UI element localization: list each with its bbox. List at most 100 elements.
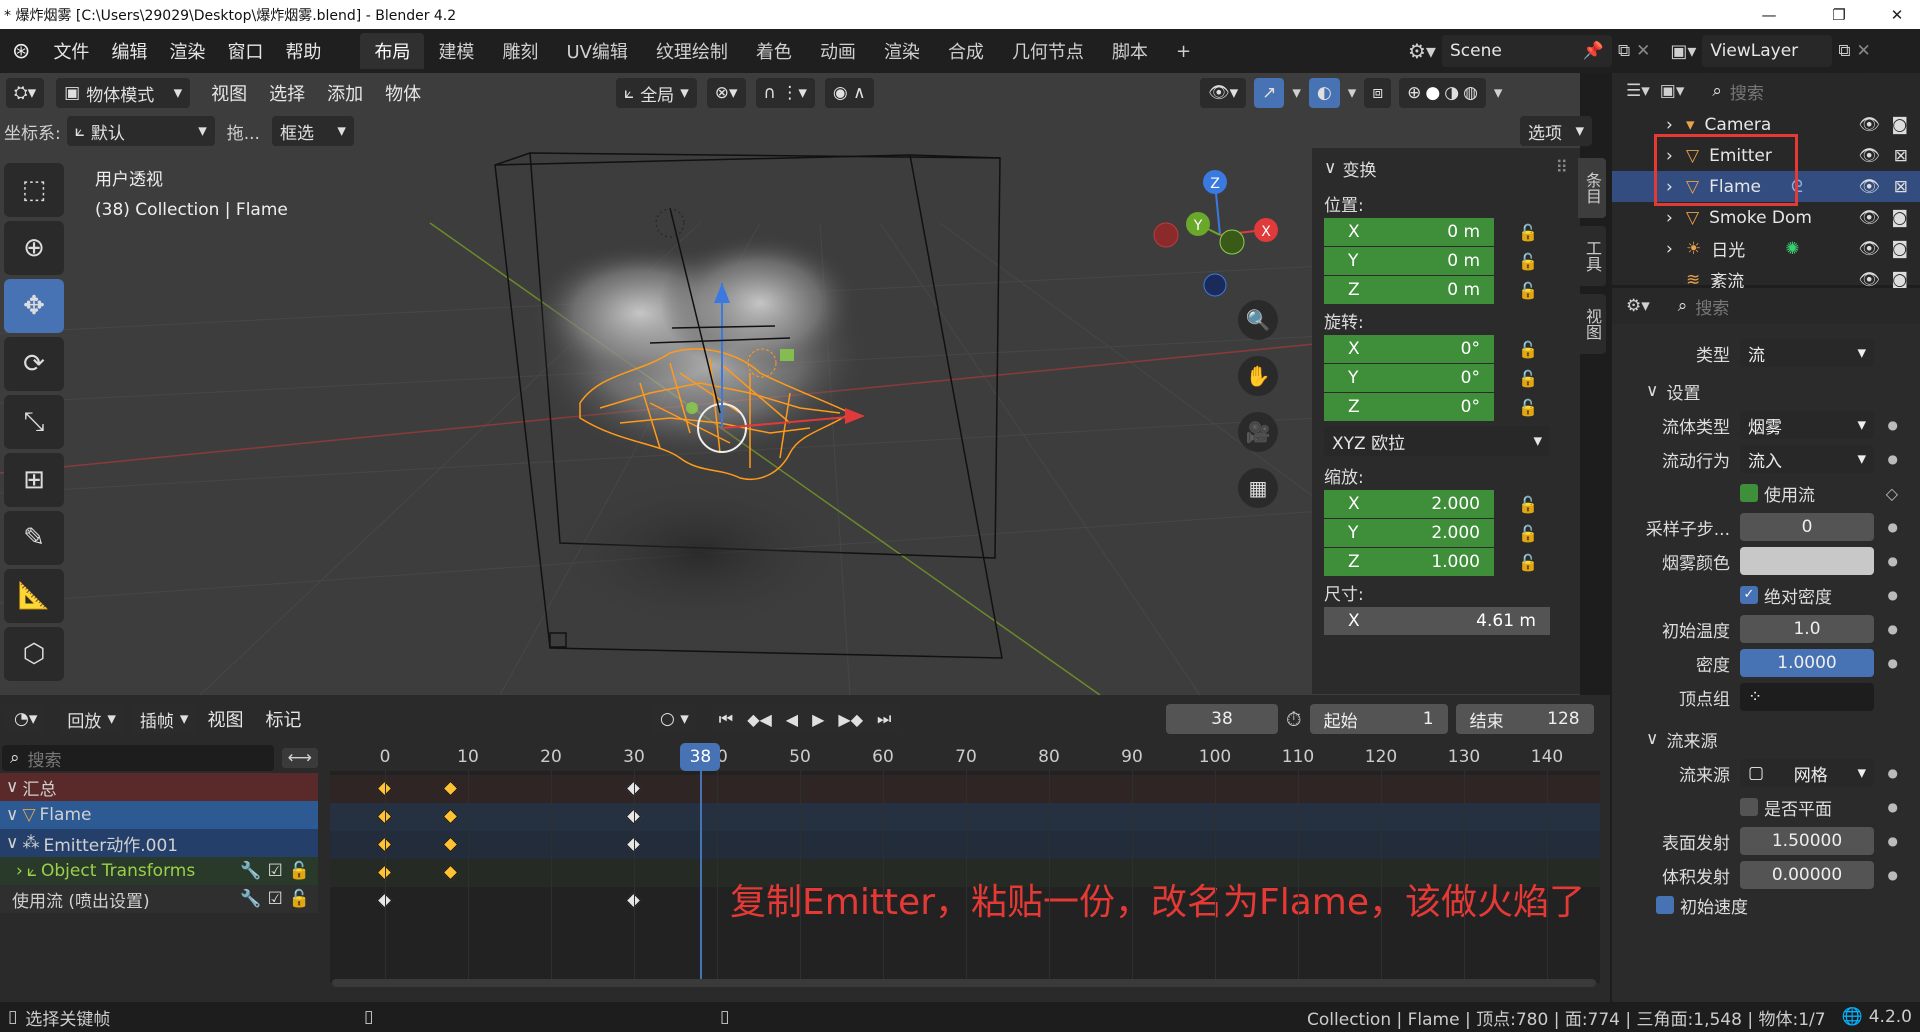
keyframe-dot-icon[interactable]: ● (1888, 554, 1898, 568)
dimensions-x-field[interactable]: X 4.61 m (1324, 607, 1550, 636)
pivot-dropdown[interactable]: ⊗▾ (706, 78, 746, 108)
tab-tool[interactable]: 工具 (1578, 226, 1606, 286)
volume-emission-field[interactable]: 0.00000 (1740, 861, 1874, 889)
viewport-menu-view[interactable]: 视图 (200, 80, 258, 106)
tab-texture-paint[interactable]: 纹理绘制 (642, 33, 742, 69)
location-x-field[interactable]: X 0 m (1324, 218, 1494, 247)
vertex-group-field[interactable]: ⁘ (1740, 683, 1874, 711)
dopesheet-area[interactable]: 0102030405060708090100110120130140 复制Emi… (330, 743, 1600, 987)
initial-velocity-row[interactable]: 初始速度 (1612, 892, 1920, 918)
menu-render[interactable]: 渲染 (158, 38, 216, 64)
new-scene-icon[interactable]: ⧉ (1618, 41, 1630, 61)
playhead[interactable] (700, 743, 703, 979)
settings-panel-header[interactable]: ∨ 设置 (1612, 374, 1920, 408)
ortho-grid-icon[interactable]: ▦ (1238, 468, 1278, 508)
keyframe-dot-icon[interactable]: ● (1888, 766, 1898, 780)
mode-dropdown[interactable]: ▣ 物体模式 ▾ (56, 78, 191, 108)
overlay-toggle[interactable]: ◐ (1308, 78, 1340, 108)
material-shading-icon[interactable]: ◑ (1444, 83, 1459, 103)
blender-logo-icon[interactable]: ⊛ (0, 39, 42, 64)
wrench-icon[interactable]: 🔧 (240, 861, 261, 881)
current-frame-field[interactable]: 38 (1166, 704, 1278, 734)
scale-y-field[interactable]: Y 2.000 (1324, 519, 1494, 548)
lock-icon[interactable]: 🔓 (1518, 340, 1538, 359)
outliner-item-smoke-domain[interactable]: › ▽ Smoke Dom 👁 ◙ (1612, 202, 1920, 233)
viewport-menu-add[interactable]: 添加 (316, 80, 374, 106)
lock-icon[interactable]: 🔓 (1518, 398, 1538, 417)
channel-search-input[interactable]: ⌕ 搜索 (2, 745, 274, 771)
timeline-menu-view[interactable]: 视图 (196, 706, 254, 732)
playhead-frame-label[interactable]: 38 (680, 743, 721, 771)
gizmo-dropdown-icon[interactable]: ▾ (1292, 83, 1301, 103)
tab-geometry-nodes[interactable]: 几何节点 (998, 33, 1098, 69)
frame-ruler[interactable]: 0102030405060708090100110120130140 (330, 743, 1600, 771)
overlay-dropdown-icon[interactable]: ▾ (1348, 83, 1357, 103)
eye-icon[interactable]: 👁 (1858, 115, 1880, 135)
tab-uv-editing[interactable]: UV编辑 (552, 33, 642, 69)
expand-icon[interactable]: › (1666, 115, 1673, 135)
jump-start-icon[interactable]: ⏮ (719, 709, 733, 729)
view-layer-icon[interactable]: ▣▾ (1670, 41, 1696, 62)
render-camera-icon[interactable]: ◙ (1892, 239, 1909, 259)
eye-icon[interactable]: 👁 (1858, 146, 1880, 166)
density-field[interactable]: 1.0000 (1740, 649, 1874, 677)
viewport-menu-select[interactable]: 选择 (258, 80, 316, 106)
channel-summary[interactable]: ∨ 汇总 (0, 773, 318, 801)
checkbox-icon[interactable]: ☑ (268, 861, 283, 881)
rotation-mode-dropdown[interactable]: XYZ 欧拉 ▾ (1324, 426, 1550, 456)
maximize-button[interactable]: ❐ (1816, 0, 1862, 29)
start-frame-field[interactable]: 起始 1 (1309, 704, 1448, 734)
rotation-z-field[interactable]: Z 0° (1324, 393, 1494, 422)
menu-window[interactable]: 窗口 (216, 38, 274, 64)
eye-icon[interactable]: 👁 (1858, 208, 1880, 228)
scale-z-field[interactable]: Z 1.000 (1324, 548, 1494, 577)
minimize-button[interactable]: — (1746, 0, 1792, 29)
expand-icon[interactable]: › (1666, 208, 1673, 228)
scale-x-field[interactable]: X 2.000 (1324, 490, 1494, 519)
type-dropdown[interactable]: 流 ▾ (1740, 339, 1874, 367)
select-mode-dropdown[interactable]: 框选 ▾ (271, 116, 354, 146)
tab-item[interactable]: 条目 (1578, 158, 1606, 218)
drag-handle-icon[interactable]: ⠿ (1556, 158, 1568, 178)
play-reverse-icon[interactable]: ◀ (786, 710, 798, 729)
annotate-tool-icon[interactable]: ✎ (4, 511, 64, 565)
flow-source-panel-header[interactable]: ∨ 流来源 (1612, 722, 1920, 756)
keying-dropdown[interactable]: 插帧 ▾ (131, 704, 197, 734)
rendered-shading-icon[interactable]: ◍ (1463, 83, 1478, 103)
transform-orientation-dropdown[interactable]: ⟀ 全局 ▾ (616, 78, 697, 108)
channel-use-flow[interactable]: 使用流 (喷出设置) 🔧 ☑ 🔓 (0, 885, 318, 913)
scene-selector[interactable]: Scene 📌 (1441, 35, 1612, 67)
rotation-x-field[interactable]: X 0° (1324, 335, 1494, 364)
render-disabled-icon[interactable]: ⊠ (1894, 177, 1908, 197)
stopwatch-icon[interactable]: ⏱ (1286, 707, 1302, 731)
timeline-menu-marker[interactable]: 标记 (254, 706, 312, 732)
tab-rendering[interactable]: 渲染 (870, 33, 934, 69)
zoom-icon[interactable]: 🔍 (1238, 300, 1278, 340)
display-mode-icon[interactable]: ▣▾ (1660, 81, 1685, 101)
channel-object-transforms[interactable]: › ⟀ Object Transforms 🔧 ☑ 🔓 (0, 857, 318, 885)
expand-icon[interactable]: › (1666, 239, 1673, 259)
tab-animation[interactable]: 动画 (806, 33, 870, 69)
shading-modes[interactable]: ⊕ ● ◑ ◍ (1399, 78, 1486, 108)
eye-icon[interactable]: 👁 (1858, 177, 1880, 197)
smoke-color-swatch[interactable] (1740, 547, 1874, 575)
options-dropdown[interactable]: 选项 ▾ (1520, 116, 1592, 146)
location-z-field[interactable]: Z 0 m (1324, 276, 1494, 305)
keyframe-dot-icon[interactable]: ● (1888, 452, 1898, 466)
timeline-editor-type[interactable]: ◔▾ (6, 704, 46, 734)
transform-header[interactable]: ∨ 变换 ⠿ (1312, 148, 1580, 188)
play-icon[interactable]: ▶ (812, 710, 824, 729)
lock-icon[interactable]: 🔓 (1518, 281, 1538, 300)
measure-tool-icon[interactable]: 📐 (4, 569, 64, 623)
scene-icon[interactable]: ⚙▾ (1408, 39, 1436, 63)
tab-shading[interactable]: 着色 (742, 33, 806, 69)
menu-help[interactable]: 帮助 (274, 38, 332, 64)
lock-icon[interactable]: 🔓 (1518, 524, 1538, 543)
camera-view-icon[interactable]: 🎥 (1238, 412, 1278, 452)
solid-shading-icon[interactable]: ● (1425, 83, 1440, 103)
flow-behavior-dropdown[interactable]: 流入 ▾ (1740, 445, 1874, 473)
tab-modeling[interactable]: 建模 (424, 33, 488, 69)
rotation-y-field[interactable]: Y 0° (1324, 364, 1494, 393)
new-view-layer-icon[interactable]: ⧉ (1838, 41, 1850, 61)
wrench-icon[interactable]: 🔧 (240, 889, 261, 909)
